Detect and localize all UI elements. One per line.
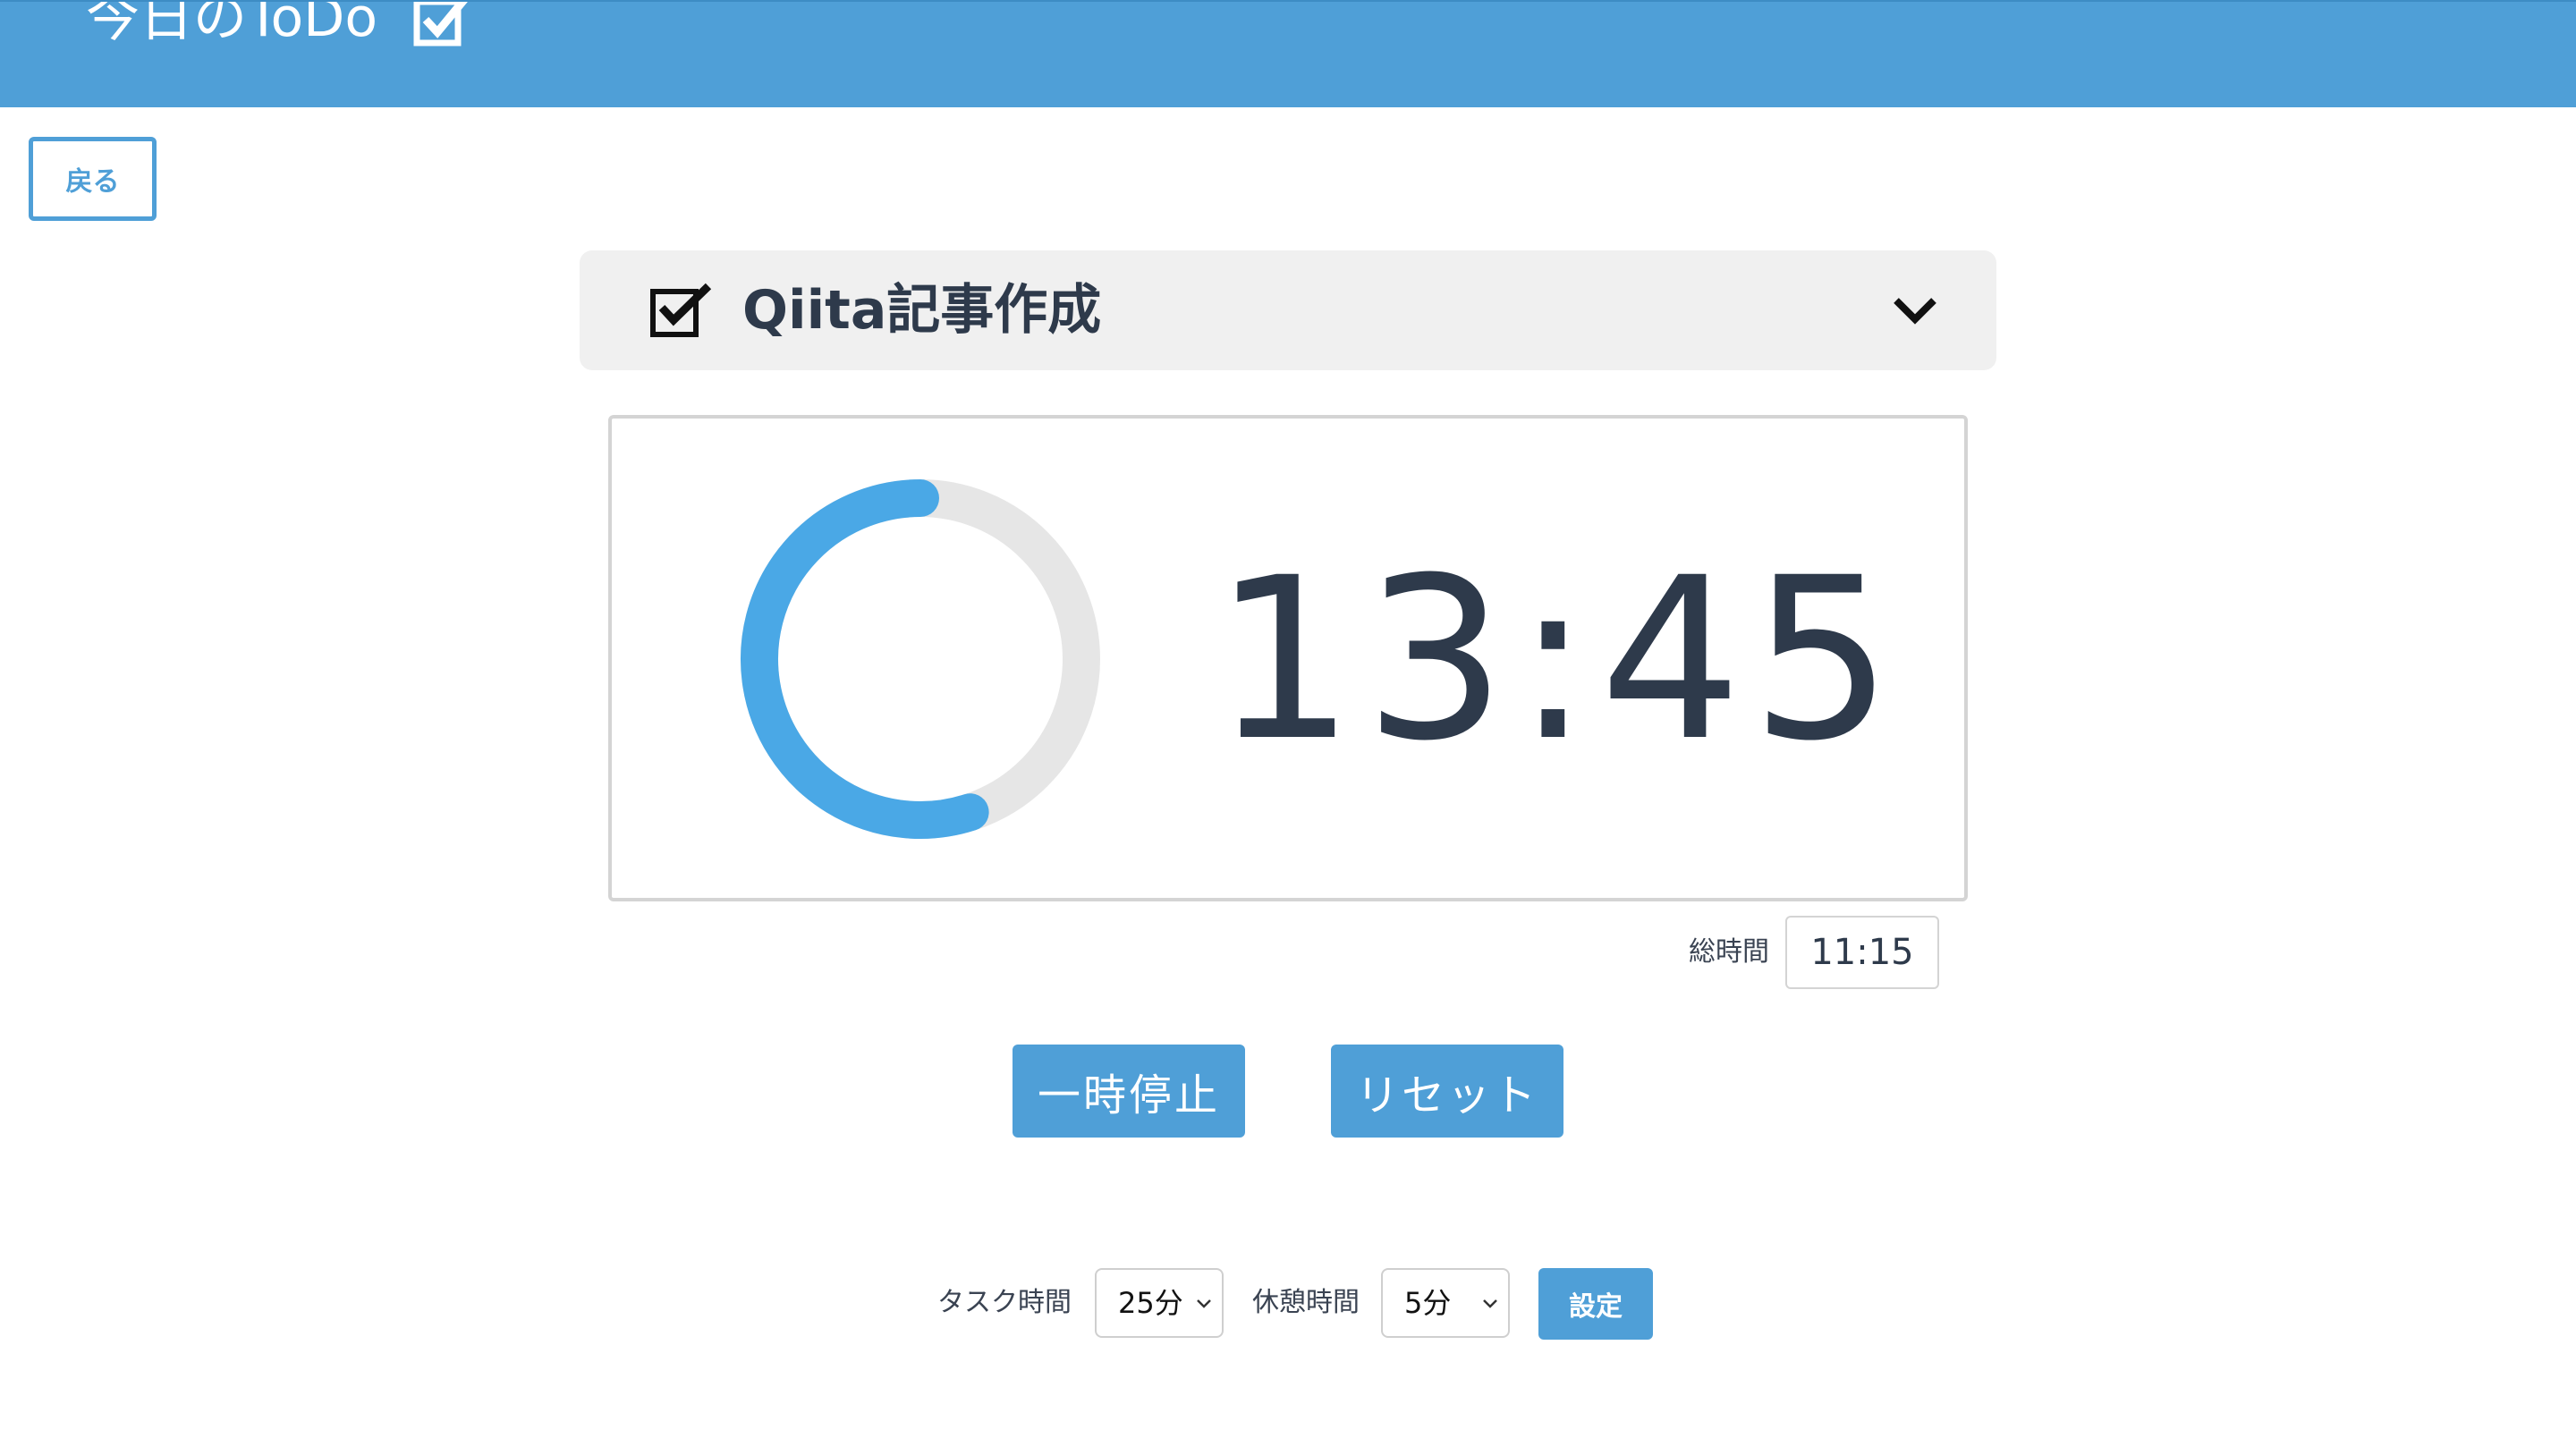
set-button[interactable]: 設定 [1538,1268,1653,1340]
task-time-label: タスク時間 [937,1287,1072,1318]
reset-button[interactable]: リセット [1331,1045,1563,1138]
progress-arc [741,479,989,839]
task-time-value: 25分 [1118,1286,1183,1320]
task-card: Qiita記事作成 [580,250,1996,370]
chevron-down-icon[interactable] [1891,288,1939,333]
back-button[interactable]: 戻る [29,137,157,221]
timer-panel: 13:45 [608,415,1968,901]
break-time-value: 5分 [1404,1286,1452,1320]
app-title: 今日のToDo [86,0,378,49]
pause-button[interactable]: 一時停止 [1013,1045,1245,1138]
break-time-select[interactable]: 5分 [1381,1268,1510,1338]
task-time-select[interactable]: 25分 [1095,1268,1224,1338]
checkbox-checked-icon [413,2,468,47]
break-time-label: 休憩時間 [1252,1287,1360,1318]
remaining-time: 13:45 [1213,529,1902,790]
progress-ring [741,479,1100,839]
total-time-label: 総時間 [1689,936,1769,968]
checkbox-checked-icon [650,283,712,337]
app-header: 今日のToDo [0,0,2576,107]
total-time-value: 11:15 [1785,916,1939,989]
chevron-down-icon [1483,1299,1497,1308]
task-title: Qiita記事作成 [742,279,1102,342]
chevron-down-icon [1197,1299,1211,1308]
